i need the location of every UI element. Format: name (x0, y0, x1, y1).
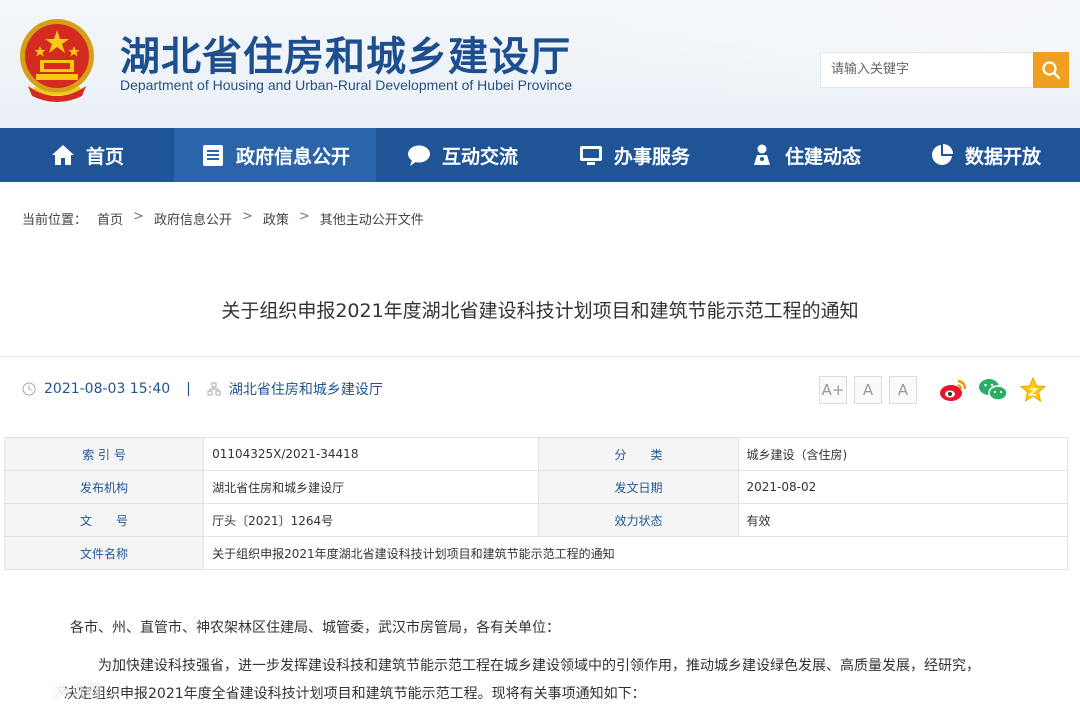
nav-label: 互动交流 (441, 145, 518, 168)
document-list-icon (202, 145, 223, 166)
nav-item-open-data[interactable]: 数据开放 (890, 128, 1080, 182)
breadcrumb-link-policy[interactable]: 政策 (263, 209, 289, 228)
publisher-label: 发布机构 (3, 470, 205, 504)
breadcrumb-link-gov-info[interactable]: 政府信息公开 (154, 209, 232, 228)
nav-label: 数据开放 (964, 145, 1041, 168)
nav-item-gov-info[interactable]: 政府信息公开 (174, 128, 376, 182)
font-size-decrease-button[interactable]: A (889, 376, 917, 404)
article-title: 关于组织申报2021年度湖北省建设科技计划项目和建筑节能示范工程的通知 (221, 300, 859, 322)
pie-chart-icon (932, 144, 953, 165)
article-meta-bar: 2021-08-03 15:40 | 湖北省住房和城乡建设厅 A+ A A (0, 356, 1080, 422)
breadcrumb: 当前位置： 首页 > 政府信息公开 > 政策 > 其他主动公开文件 (22, 209, 424, 228)
article-meta: 2021-08-03 15:40 | 湖北省住房和城乡建设厅 (22, 379, 383, 399)
watermark-text: 大众网 (54, 682, 103, 701)
breadcrumb-link-other-files[interactable]: 其他主动公开文件 (320, 209, 424, 228)
index-value: 01104325X/2021-34418 (203, 437, 540, 471)
file-name-label: 文件名称 (3, 536, 205, 570)
share-wechat-button[interactable] (977, 374, 1009, 406)
monitor-icon (579, 146, 602, 165)
share-favorite-button[interactable] (1017, 374, 1049, 406)
file-name-value: 关于组织申报2021年度湖北省建设科技计划项目和建筑节能示范工程的通知 (203, 536, 1068, 570)
breadcrumb-link-home[interactable]: 首页 (97, 209, 123, 228)
table-row: 发布机构 湖北省住房和城乡建设厅 发文日期 2021-08-02 (3, 470, 1069, 504)
org-icon (207, 382, 221, 396)
breadcrumb-prefix: 当前位置： (22, 213, 88, 228)
table-row: 文件名称 关于组织申报2021年度湖北省建设科技计划项目和建筑节能示范工程的通知 (3, 536, 1068, 570)
weibo-icon (940, 379, 967, 401)
publish-datetime: 2021-08-03 15:40 (44, 381, 171, 397)
validity-status-value: 有效 (737, 503, 1069, 537)
nav-label: 首页 (85, 145, 124, 168)
site-subtitle: Department of Housing and Urban-Rural De… (120, 77, 573, 93)
nav-label: 政府信息公开 (235, 145, 350, 168)
nav-item-interaction[interactable]: 互动交流 (376, 128, 548, 182)
watermark-logo-icon (9, 682, 47, 699)
chat-bubble-icon (407, 145, 430, 166)
article-body: 各市、州、直管市、神农架林区住建局、城管委，武汉市房管局，各有关单位： 为加快建… (64, 614, 1030, 708)
table-row: 索 引 号 01104325X/2021-34418 分 类 城乡建设（含住房) (3, 437, 1069, 471)
wechat-icon (979, 379, 1008, 401)
issue-date-value: 2021-08-02 (737, 470, 1069, 504)
issue-date-label: 发文日期 (538, 470, 739, 504)
breadcrumb-separator: > (298, 209, 310, 224)
site-header: 湖北省住房和城乡建设厅 Department of Housing and Ur… (0, 0, 1080, 128)
site-title: 湖北省住房和城乡建设厅 (120, 33, 571, 80)
main-nav: 首页 政府信息公开 互动交流 办事服务 住建动态 数据开放 (0, 128, 1080, 182)
breadcrumb-separator: > (133, 209, 144, 224)
category-value: 城乡建设（含住房) (737, 437, 1069, 471)
person-pin-icon (753, 144, 770, 165)
nav-item-services[interactable]: 办事服务 (548, 128, 720, 182)
nav-label: 住建动态 (784, 145, 861, 168)
national-emblem-icon (20, 19, 94, 102)
star-icon (1019, 376, 1047, 403)
font-size-normal-button[interactable]: A (854, 376, 882, 404)
search-input[interactable]: 请输入关键字 (820, 52, 1034, 88)
nav-item-news[interactable]: 住建动态 (720, 128, 890, 182)
table-row: 文 号 厅头〔2021〕1264号 效力状态 有效 (3, 503, 1069, 537)
nav-label: 办事服务 (613, 145, 690, 168)
document-number-value: 厅头〔2021〕1264号 (203, 503, 540, 537)
index-label: 索 引 号 (3, 437, 205, 471)
document-number-label: 文 号 (3, 503, 205, 537)
home-icon (51, 145, 74, 165)
watermark: 大众网 (8, 678, 102, 702)
search-icon (1042, 61, 1061, 80)
body-paragraph: 决定组织申报2021年度全省建设科技计划项目和建筑节能示范工程。现将有关事项通知… (64, 686, 646, 702)
document-info-table: 索 引 号 01104325X/2021-34418 分 类 城乡建设（含住房)… (3, 437, 1069, 570)
clock-icon (22, 382, 36, 396)
salutation: 各市、州、直管市、神农架林区住建局、城管委，武汉市房管局，各有关单位： (70, 620, 560, 636)
validity-status-label: 效力状态 (538, 503, 739, 537)
search-button[interactable] (1033, 52, 1069, 88)
body-paragraph: 为加快建设科技强省，进一步发挥建设科技和建筑节能示范工程在城乡建设领域中的引领作… (98, 658, 980, 674)
font-size-increase-button[interactable]: A+ (819, 376, 847, 404)
article-source: 湖北省住房和城乡建设厅 (228, 382, 383, 398)
meta-separator: | (186, 381, 191, 397)
category-label: 分 类 (538, 437, 739, 471)
breadcrumb-separator: > (241, 209, 253, 224)
share-weibo-button[interactable] (937, 374, 969, 406)
nav-item-home[interactable]: 首页 (0, 128, 174, 182)
publisher-value: 湖北省住房和城乡建设厅 (203, 470, 540, 504)
